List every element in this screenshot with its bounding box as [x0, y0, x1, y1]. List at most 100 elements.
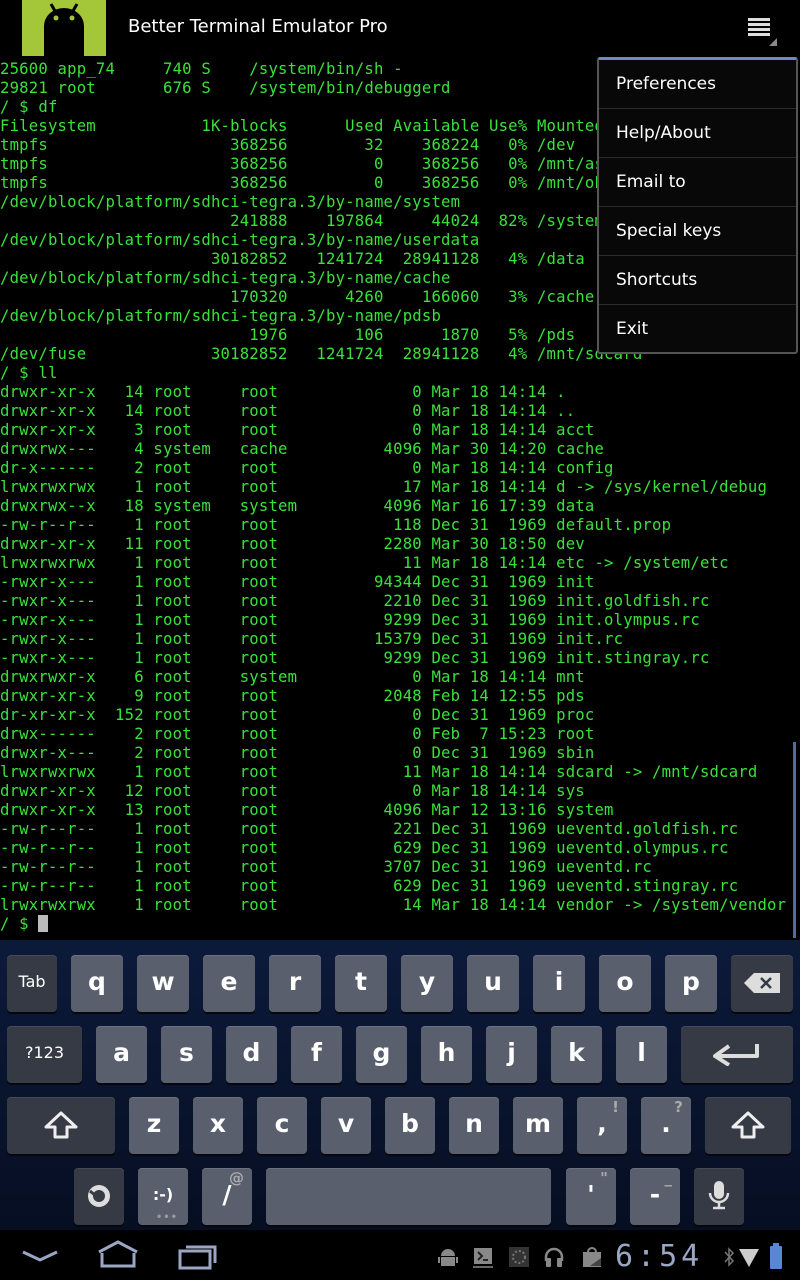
key-period-alt: ? [674, 1098, 683, 1116]
key-period[interactable]: . ? [641, 1097, 691, 1154]
key-w[interactable]: w [137, 955, 189, 1012]
terminal-line: lrwxrwxrwx 1 root root 11 Mar 18 14:14 s… [0, 763, 758, 781]
status-clock[interactable]: 6:54 [615, 1239, 703, 1274]
key-e[interactable]: e [203, 955, 255, 1012]
key-q[interactable]: q [71, 955, 123, 1012]
key-c[interactable]: c [257, 1097, 307, 1154]
terminal-line: drwxrwx--x 18 system system 4096 Mar 16 … [0, 497, 595, 515]
key-i[interactable]: i [533, 955, 585, 1012]
shift-icon [731, 1111, 765, 1139]
overflow-menu-icon [748, 18, 770, 38]
terminal-line: -rwxr-x--- 1 root root 15379 Dec 31 1969… [0, 630, 624, 648]
key-apostrophe-alt: " [600, 1169, 608, 1187]
android-debug-icon[interactable] [437, 1246, 459, 1268]
key-dash-alt: _ [664, 1169, 673, 1187]
overflow-menu-button[interactable] [740, 10, 784, 50]
terminal-line: lrwxrwxrwx 1 root root 17 Mar 18 14:14 d… [0, 478, 768, 496]
terminal-prompt-line[interactable]: / $ [0, 915, 800, 934]
text-cursor [38, 915, 49, 932]
market-icon[interactable] [581, 1246, 603, 1268]
key-d[interactable]: d [226, 1026, 277, 1083]
shift-icon [44, 1111, 78, 1139]
key-y[interactable]: y [401, 955, 453, 1012]
key-v[interactable]: v [321, 1097, 371, 1154]
android-icon[interactable] [22, 0, 106, 56]
home-button[interactable] [96, 1238, 140, 1272]
backspace-icon [744, 973, 780, 993]
key-j[interactable]: j [486, 1026, 537, 1083]
terminal-icon[interactable] [472, 1246, 494, 1268]
key-f[interactable]: f [291, 1026, 342, 1083]
key-x[interactable]: x [193, 1097, 243, 1154]
key-r[interactable]: r [269, 955, 321, 1012]
terminal-line: -rwxr-x--- 1 root root 9299 Dec 31 1969 … [0, 611, 700, 629]
terminal-line: drwxr-xr-x 12 root root 0 Mar 18 14:14 s… [0, 782, 585, 800]
menu-item-shortcuts[interactable]: Shortcuts [599, 256, 796, 305]
terminal-line: -rwxr-x--- 1 root root 94344 Dec 31 1969… [0, 573, 595, 591]
key-m[interactable]: m [513, 1097, 563, 1154]
key-b[interactable]: b [385, 1097, 435, 1154]
key-period-label: . [661, 1109, 671, 1138]
key-symbols[interactable]: ?123 [7, 1026, 82, 1083]
system-bar: 6:54 [0, 1230, 800, 1280]
terminal-line: / $ ll [0, 364, 58, 382]
key-apostrophe[interactable]: ' " [566, 1168, 616, 1225]
key-z[interactable]: z [129, 1097, 179, 1154]
key-g[interactable]: g [356, 1026, 407, 1083]
terminal-line: drwx------ 2 root root 0 Feb 7 15:23 roo… [0, 725, 595, 743]
key-slash[interactable]: / @ [202, 1168, 252, 1225]
terminal-scrollbar[interactable] [793, 742, 796, 938]
key-comma[interactable]: , ! [577, 1097, 627, 1154]
key-o[interactable]: o [599, 955, 651, 1012]
key-voice[interactable] [694, 1168, 744, 1225]
menu-item-email-to[interactable]: Email to [599, 158, 796, 207]
key-p[interactable]: p [665, 955, 717, 1012]
sync-icon[interactable] [508, 1246, 530, 1268]
key-n[interactable]: n [449, 1097, 499, 1154]
terminal-prompt: / $ [0, 915, 39, 933]
soft-keyboard: Tab q w e r t y u i o p ?123 a s d f g h… [0, 940, 800, 1230]
menu-item-exit[interactable]: Exit [599, 305, 796, 354]
key-enter[interactable] [681, 1026, 793, 1083]
terminal-line: drwxr-xr-x 11 root root 2280 Mar 30 18:5… [0, 535, 585, 553]
menu-item-special-keys[interactable]: Special keys [599, 207, 796, 256]
key-tab[interactable]: Tab [7, 955, 57, 1012]
terminal-line: -rw-r--r-- 1 root root 118 Dec 31 1969 d… [0, 516, 672, 534]
enter-icon [713, 1044, 759, 1067]
key-backspace[interactable] [731, 955, 793, 1012]
key-t[interactable]: t [335, 955, 387, 1012]
key-shift-right[interactable] [705, 1097, 791, 1154]
recent-apps-button[interactable] [176, 1238, 220, 1272]
key-k[interactable]: k [551, 1026, 602, 1083]
terminal-line: -rwxr-x--- 1 root root 9299 Dec 31 1969 … [0, 649, 710, 667]
headphones-icon[interactable] [543, 1246, 565, 1268]
terminal-line: -rw-r--r-- 1 root root 221 Dec 31 1969 u… [0, 820, 739, 838]
app-title: Better Terminal Emulator Pro [128, 16, 388, 37]
terminal-line: drwxr-xr-x 13 root root 4096 Mar 12 13:1… [0, 801, 614, 819]
menu-item-help-about[interactable]: Help/About [599, 109, 796, 158]
back-hide-keyboard-button[interactable] [20, 1238, 60, 1272]
key-shift-left[interactable] [7, 1097, 115, 1154]
key-dash[interactable]: - _ [630, 1168, 680, 1225]
key-smiley[interactable]: :-) ••• [138, 1168, 188, 1225]
key-slash-alt: @ [229, 1169, 244, 1187]
terminal-line: dr-x------ 2 root root 0 Mar 18 14:14 co… [0, 459, 614, 477]
terminal-line: -rwxr-x--- 1 root root 2210 Dec 31 1969 … [0, 592, 710, 610]
terminal-line: -rw-r--r-- 1 root root 3707 Dec 31 1969 … [0, 858, 652, 876]
terminal-line: drwxr-xr-x 14 root root 0 Mar 18 14:14 . [0, 383, 566, 401]
terminal-line: -rw-r--r-- 1 root root 629 Dec 31 1969 u… [0, 839, 729, 857]
terminal-line: drwxr-xr-x 14 root root 0 Mar 18 14:14 .… [0, 402, 576, 420]
key-space[interactable] [266, 1168, 551, 1225]
key-a[interactable]: a [96, 1026, 147, 1083]
corner-indicator [769, 38, 777, 46]
settings-icon [88, 1185, 110, 1207]
menu-item-preferences[interactable]: Preferences [599, 60, 796, 109]
key-smiley-label: :-) [152, 1185, 174, 1204]
key-u[interactable]: u [467, 955, 519, 1012]
key-comma-label: , [597, 1109, 607, 1138]
key-l[interactable]: l [616, 1026, 667, 1083]
terminal-line: lrwxrwxrwx 1 root root 11 Mar 18 14:14 e… [0, 554, 729, 572]
key-s[interactable]: s [161, 1026, 212, 1083]
key-h[interactable]: h [421, 1026, 472, 1083]
key-settings[interactable] [74, 1168, 124, 1225]
